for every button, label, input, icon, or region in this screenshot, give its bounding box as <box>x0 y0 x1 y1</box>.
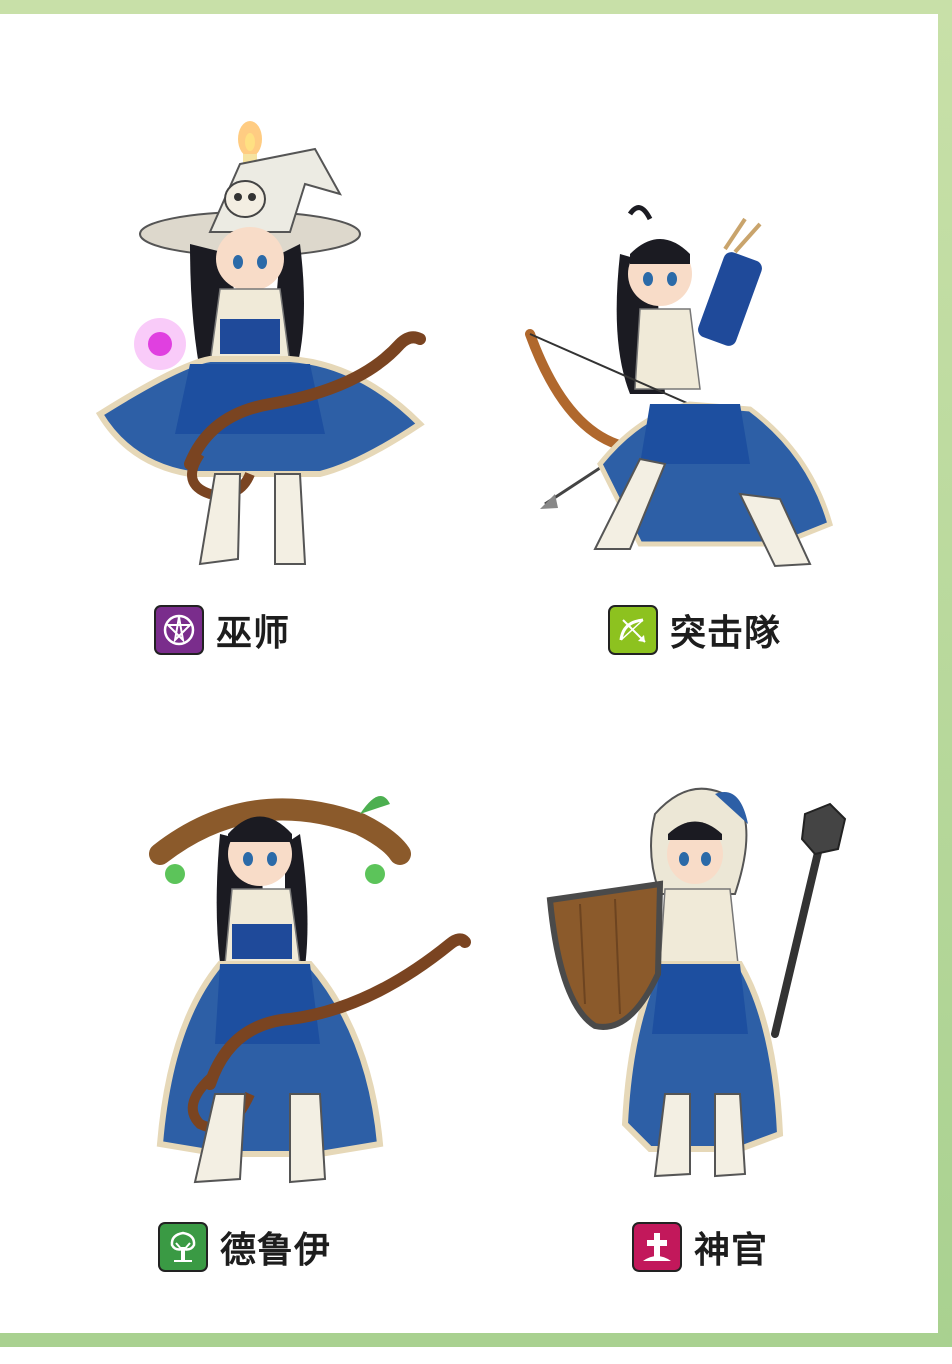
wizard-label: 巫师 <box>156 604 290 656</box>
grave-cross-icon <box>634 1224 680 1270</box>
class-gallery-page: 巫师 突击隊 德鲁伊 神官 <box>0 14 938 1333</box>
class-card-druid[interactable]: 德鲁伊 <box>120 764 550 1364</box>
ranger-label: 突击隊 <box>610 604 781 656</box>
wizard-character-art <box>95 121 426 566</box>
class-card-priest[interactable]: 神官 <box>520 764 950 1364</box>
priest-character-art <box>546 787 847 1178</box>
class-card-ranger[interactable]: 突击隊 <box>490 194 920 794</box>
page-frame-top <box>0 0 952 14</box>
bow-arrow-icon <box>610 607 656 653</box>
ranger-character-art <box>525 205 834 568</box>
tree-icon <box>160 1224 206 1270</box>
class-name-ranger: 突击隊 <box>670 613 782 654</box>
pentagram-icon <box>156 607 202 653</box>
druid-label: 德鲁伊 <box>160 1221 331 1273</box>
priest-label: 神官 <box>634 1221 768 1273</box>
druid-character-art <box>149 796 471 1184</box>
class-name-priest: 神官 <box>694 1230 769 1271</box>
class-name-druid: 德鲁伊 <box>220 1230 332 1271</box>
class-name-wizard: 巫师 <box>216 613 291 654</box>
class-card-wizard[interactable]: 巫师 <box>40 104 470 704</box>
